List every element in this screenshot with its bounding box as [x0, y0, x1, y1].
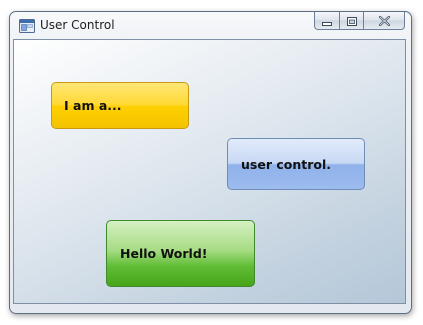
caption-buttons — [314, 12, 405, 30]
maximize-button[interactable] — [340, 12, 364, 30]
minimize-button[interactable] — [314, 12, 340, 30]
client-area: I am a... user control. Hello World! — [13, 39, 406, 304]
close-button[interactable] — [364, 12, 405, 30]
user-control-button[interactable]: user control. — [227, 138, 365, 190]
app-window: User Control I am a... user control. Hel… — [9, 11, 412, 314]
i-am-a-button[interactable]: I am a... — [51, 82, 189, 129]
application-icon[interactable] — [19, 18, 35, 34]
close-icon — [378, 12, 390, 30]
i-am-a-label: I am a... — [64, 98, 122, 113]
hello-world-button[interactable]: Hello World! — [106, 220, 255, 287]
user-control-label: user control. — [241, 156, 331, 172]
maximize-icon — [346, 12, 357, 30]
hello-world-label: Hello World! — [120, 246, 208, 261]
title-bar[interactable]: User Control — [10, 12, 411, 40]
minimize-icon — [322, 12, 332, 30]
window-title: User Control — [40, 18, 115, 32]
